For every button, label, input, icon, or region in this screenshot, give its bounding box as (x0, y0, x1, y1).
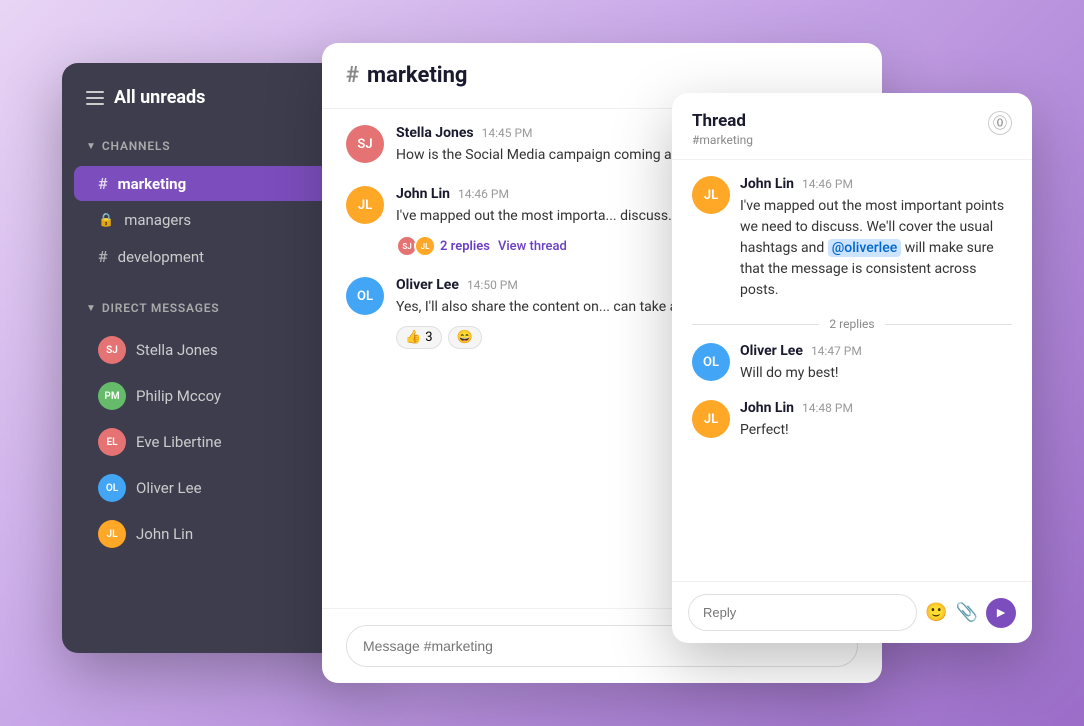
thread-reply-john: JL John Lin 14:48 PM Perfect! (692, 400, 1012, 441)
dm-label: DIRECT MESSAGES (102, 301, 220, 315)
thread-channel: #marketing (692, 133, 753, 147)
message-time: 14:46 PM (458, 187, 509, 201)
dm-item-stella[interactable]: SJ Stella Jones (74, 328, 360, 372)
avatar: JL (414, 235, 436, 257)
reaction-count: 3 (425, 330, 432, 345)
hash-icon: # (98, 247, 108, 266)
hamburger-icon[interactable] (86, 91, 104, 105)
sidebar-item-development[interactable]: # development (74, 239, 360, 274)
message-time: 14:45 PM (482, 126, 533, 140)
avatar: OL (692, 343, 730, 381)
message-author: John Lin (740, 176, 794, 192)
send-icon: ► (994, 604, 1008, 621)
thread-title: Thread (692, 111, 753, 131)
reaction-smile[interactable]: 😄 (448, 326, 482, 349)
view-thread-link[interactable]: View thread (498, 239, 567, 254)
lock-icon: 🔒 (98, 213, 114, 228)
thread-panel: Thread #marketing ⓪ JL John Lin 14:46 PM… (672, 93, 1032, 643)
chevron-icon: ▼ (86, 303, 96, 314)
message-body: John Lin 14:48 PM Perfect! (740, 400, 1012, 441)
dm-name: Stella Jones (136, 341, 218, 359)
emoji: 😄 (457, 330, 473, 345)
emoji: 👍 (405, 330, 421, 345)
sidebar-item-managers[interactable]: 🔒 managers (74, 203, 360, 237)
message-body: John Lin 14:46 PM I've mapped out the mo… (740, 176, 1012, 301)
avatar: JL (692, 176, 730, 214)
dm-name: Philip Mccoy (136, 387, 221, 405)
hash-icon: # (346, 63, 359, 88)
dm-name: Oliver Lee (136, 479, 202, 497)
thread-header: Thread #marketing ⓪ (672, 93, 1032, 160)
mention-oliverlee: @oliverlee (828, 239, 902, 257)
avatar: JL (692, 400, 730, 438)
message-body: Oliver Lee 14:47 PM Will do my best! (740, 343, 1012, 384)
channel-name: development (118, 248, 204, 266)
emoji-icon[interactable]: 🙂 (925, 602, 947, 623)
avatar: SJ (98, 336, 126, 364)
divider-text: 2 replies (819, 317, 884, 331)
message-time: 14:48 PM (802, 401, 853, 415)
message-author: Oliver Lee (396, 277, 459, 293)
scene: All unreads ▼ CHANNELS + # marketing 🔒 m… (42, 33, 1042, 693)
dm-item-john[interactable]: JL John Lin (74, 512, 360, 556)
attachment-icon[interactable]: 📎 (956, 602, 978, 623)
dm-item-eve[interactable]: EL Eve Libertine (74, 420, 360, 464)
thread-input-area: 🙂 📎 ► (672, 581, 1032, 643)
avatar: SJ (346, 125, 384, 163)
channel-name: managers (124, 211, 191, 229)
message-text: Will do my best! (740, 363, 1012, 384)
channel-name-header: # marketing (346, 63, 858, 88)
message-author: John Lin (740, 400, 794, 416)
avatar: JL (346, 186, 384, 224)
message-author: Oliver Lee (740, 343, 803, 359)
thread-reply-input[interactable] (688, 594, 917, 631)
thread-reply-oliver: OL Oliver Lee 14:47 PM Will do my best! (692, 343, 1012, 384)
reply-avatars: SJ JL (396, 235, 432, 257)
hash-icon: # (98, 174, 108, 193)
message-author: John Lin (396, 186, 450, 202)
avatar: PM (98, 382, 126, 410)
channels-label: CHANNELS (102, 139, 170, 153)
reaction-thumbsup[interactable]: 👍 3 (396, 326, 442, 349)
channel-title: marketing (367, 63, 467, 88)
dm-item-oliver[interactable]: OL Oliver Lee (74, 466, 360, 510)
avatar: EL (98, 428, 126, 456)
dm-item-philip[interactable]: PM Philip Mccoy (74, 374, 360, 418)
send-button[interactable]: ► (986, 598, 1016, 628)
channel-name: marketing (118, 175, 187, 193)
message-time: 14:47 PM (811, 344, 862, 358)
replies-divider: 2 replies (692, 317, 1012, 331)
sidebar-title: All unreads (114, 87, 205, 108)
thread-message-original: JL John Lin 14:46 PM I've mapped out the… (692, 176, 1012, 301)
message-time: 14:46 PM (802, 177, 853, 191)
avatar: OL (98, 474, 126, 502)
message-text: I've mapped out the most important point… (740, 196, 1012, 301)
message-author: Stella Jones (396, 125, 474, 141)
message-time: 14:50 PM (467, 278, 518, 292)
thread-close-button[interactable]: ⓪ (988, 111, 1012, 135)
dm-name: Eve Libertine (136, 433, 222, 451)
avatar: OL (346, 277, 384, 315)
sidebar-item-marketing[interactable]: # marketing (74, 166, 360, 201)
avatar: JL (98, 520, 126, 548)
replies-count: 2 replies (440, 239, 490, 254)
dm-name: John Lin (136, 525, 193, 543)
thread-messages: JL John Lin 14:46 PM I've mapped out the… (672, 160, 1032, 581)
message-text: Perfect! (740, 420, 1012, 441)
chevron-icon: ▼ (86, 141, 96, 152)
